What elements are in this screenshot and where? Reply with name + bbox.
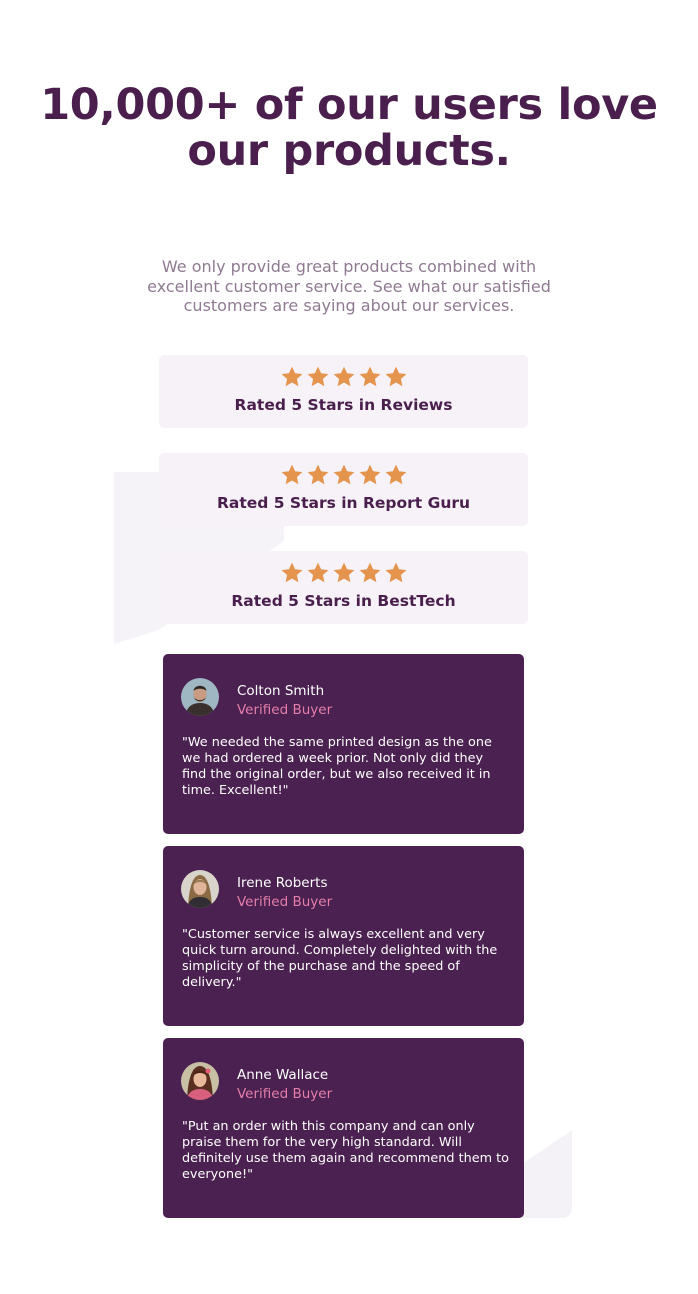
verified-buyer-badge: Verified Buyer bbox=[237, 702, 333, 718]
star-icon bbox=[333, 366, 354, 387]
star-rating bbox=[159, 365, 528, 389]
rating-label: Rated 5 Stars in Report Guru bbox=[216, 494, 471, 512]
star-icon bbox=[385, 366, 406, 387]
verified-buyer-badge: Verified Buyer bbox=[237, 1086, 333, 1102]
review-card-anne-wallace: Anne Wallace Verified Buyer "Put an orde… bbox=[163, 1038, 524, 1218]
star-icon bbox=[359, 366, 380, 387]
star-icon bbox=[385, 464, 406, 485]
star-icon bbox=[307, 464, 328, 485]
star-icon bbox=[307, 562, 328, 583]
verified-buyer-badge: Verified Buyer bbox=[237, 894, 333, 910]
avatar bbox=[181, 870, 219, 908]
page-title: 10,000+ of our users love our products. bbox=[40, 80, 658, 176]
star-icon bbox=[281, 464, 302, 485]
background-shape-bottom bbox=[520, 1130, 572, 1218]
star-icon bbox=[281, 366, 302, 387]
rating-card-report-guru: Rated 5 Stars in Report Guru bbox=[159, 453, 528, 526]
star-icon bbox=[333, 562, 354, 583]
star-icon bbox=[359, 562, 380, 583]
rating-card-besttech: Rated 5 Stars in BestTech bbox=[159, 551, 528, 624]
rating-label: Rated 5 Stars in Reviews bbox=[234, 396, 453, 414]
reviewer-name: Anne Wallace bbox=[237, 1067, 329, 1083]
avatar bbox=[181, 1062, 219, 1100]
star-icon bbox=[359, 464, 380, 485]
star-icon bbox=[333, 464, 354, 485]
star-icon bbox=[281, 562, 302, 583]
review-card-colton-smith: Colton Smith Verified Buyer "We needed t… bbox=[163, 654, 524, 834]
star-icon bbox=[307, 366, 328, 387]
review-quote: "Put an order with this company and can … bbox=[182, 1119, 509, 1182]
reviewer-name: Irene Roberts bbox=[237, 875, 328, 891]
star-rating bbox=[159, 561, 528, 585]
reviewer-name: Colton Smith bbox=[237, 683, 325, 699]
review-card-irene-roberts: Irene Roberts Verified Buyer "Customer s… bbox=[163, 846, 524, 1026]
rating-label: Rated 5 Stars in BestTech bbox=[231, 592, 456, 610]
star-icon bbox=[385, 562, 406, 583]
rating-card-reviews: Rated 5 Stars in Reviews bbox=[159, 355, 528, 428]
star-rating bbox=[159, 463, 528, 487]
review-quote: "Customer service is always excellent an… bbox=[182, 927, 498, 990]
review-quote: "We needed the same printed design as th… bbox=[182, 735, 492, 798]
intro-text: We only provide great products combined … bbox=[147, 257, 551, 315]
avatar bbox=[181, 678, 219, 716]
